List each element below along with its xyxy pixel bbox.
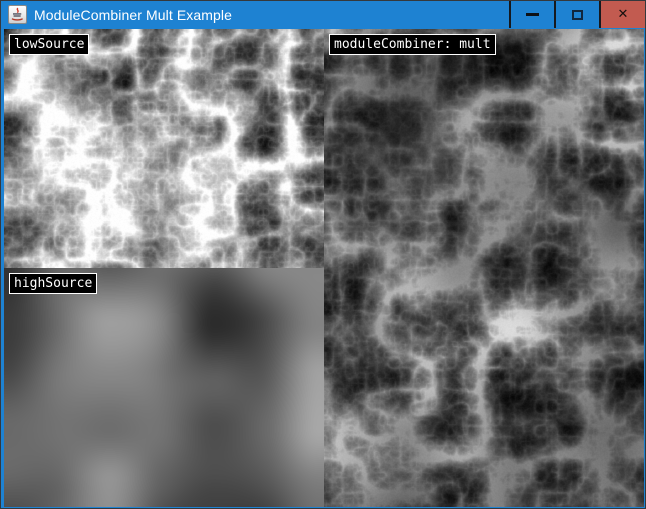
maximize-icon bbox=[572, 10, 583, 20]
panel-lowsource: lowSource bbox=[4, 29, 324, 268]
combiner-canvas bbox=[324, 29, 644, 507]
window-controls: ✕ bbox=[509, 1, 645, 28]
window-title: ModuleCombiner Mult Example bbox=[34, 7, 509, 23]
render-area: lowSource highSource moduleCombiner: mul… bbox=[4, 29, 644, 507]
highsource-label: highSource bbox=[9, 273, 97, 294]
lowsource-canvas bbox=[4, 29, 324, 268]
minimize-button[interactable] bbox=[509, 1, 554, 28]
java-coffee-cup-icon[interactable] bbox=[8, 5, 27, 24]
close-button[interactable]: ✕ bbox=[599, 1, 645, 28]
minimize-icon bbox=[526, 13, 539, 16]
panel-highsource: highSource bbox=[4, 268, 324, 507]
maximize-button[interactable] bbox=[554, 1, 599, 28]
lowsource-label: lowSource bbox=[9, 34, 89, 55]
modulecombiner-label: moduleCombiner: mult bbox=[329, 34, 496, 55]
titlebar[interactable]: ModuleCombiner Mult Example ✕ bbox=[1, 1, 645, 28]
close-icon: ✕ bbox=[618, 8, 629, 21]
highsource-canvas bbox=[4, 268, 324, 507]
panel-modulecombiner: moduleCombiner: mult bbox=[324, 29, 644, 507]
app-window: ModuleCombiner Mult Example ✕ lowSource … bbox=[0, 0, 646, 509]
